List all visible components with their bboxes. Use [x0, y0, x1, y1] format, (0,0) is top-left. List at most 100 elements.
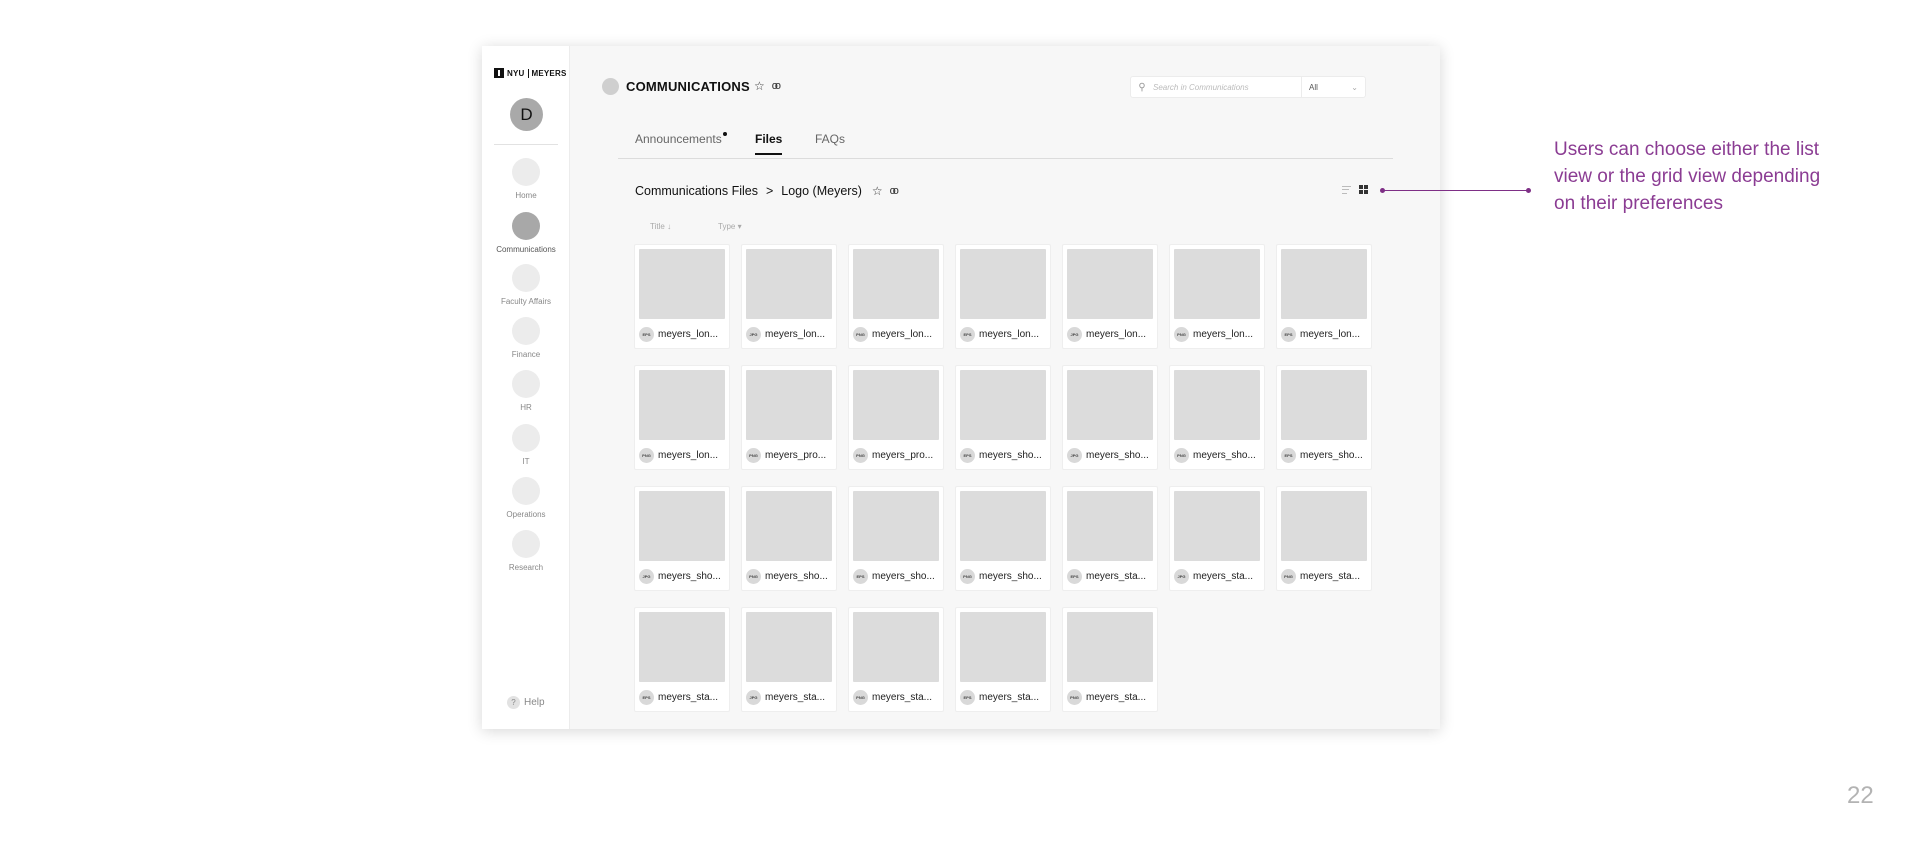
logo-text-left: NYU	[507, 68, 525, 78]
file-card[interactable]: EPS meyers_sta...	[955, 607, 1051, 712]
help-label: Help	[524, 697, 545, 708]
search-scope-select[interactable]: All ⌄	[1301, 77, 1365, 97]
file-card-footer: PNG meyers_sta...	[1067, 690, 1153, 705]
column-header-type[interactable]: Type ▾	[718, 222, 742, 231]
breadcrumb-separator: >	[765, 184, 774, 198]
annotation-dot-start	[1380, 188, 1385, 193]
file-card[interactable]: PNG meyers_lon...	[1169, 244, 1265, 349]
file-card[interactable]: JPG meyers_sho...	[634, 486, 730, 591]
breadcrumb-root[interactable]: Communications Files	[635, 184, 758, 198]
file-name: meyers_lon...	[658, 329, 719, 340]
file-type-icon: EPS	[960, 448, 975, 463]
file-type-icon: JPG	[1067, 327, 1082, 342]
page-title: COMMUNICATIONS	[626, 79, 750, 94]
file-card[interactable]: PNG meyers_sho...	[1169, 365, 1265, 470]
file-thumbnail	[853, 249, 939, 319]
file-card[interactable]: PNG meyers_lon...	[848, 244, 944, 349]
file-name: meyers_sho...	[1300, 450, 1363, 461]
file-card[interactable]: EPS meyers_lon...	[955, 244, 1051, 349]
file-card-footer: JPG meyers_lon...	[746, 327, 832, 342]
file-card-footer: JPG meyers_sta...	[1174, 569, 1260, 584]
file-name: meyers_sho...	[765, 571, 828, 582]
file-type-icon: EPS	[853, 569, 868, 584]
nyu-meyers-logo[interactable]: NYU MEYERS	[494, 68, 567, 78]
file-card[interactable]: PNG meyers_sho...	[741, 486, 837, 591]
grid-view-icon[interactable]	[1359, 185, 1368, 194]
file-name: meyers_lon...	[1086, 329, 1147, 340]
tab-label: Files	[755, 132, 783, 146]
link-icon[interactable]: oo	[772, 80, 781, 92]
file-card[interactable]: JPG meyers_sho...	[1062, 365, 1158, 470]
file-card[interactable]: EPS meyers_sta...	[634, 607, 730, 712]
file-name: meyers_sho...	[1193, 450, 1256, 461]
file-card[interactable]: PNG meyers_lon...	[634, 365, 730, 470]
file-card[interactable]: JPG meyers_lon...	[741, 244, 837, 349]
file-card-footer: PNG meyers_pro...	[853, 448, 939, 463]
file-card-footer: PNG meyers_sho...	[960, 569, 1046, 584]
avatar[interactable]: D	[510, 98, 543, 131]
tab-faqs[interactable]: FAQs	[815, 132, 845, 155]
list-view-icon[interactable]	[1342, 185, 1351, 194]
file-thumbnail	[639, 370, 725, 440]
file-card[interactable]: JPG meyers_sta...	[1169, 486, 1265, 591]
sidebar-item-label: Finance	[511, 350, 541, 359]
file-card[interactable]: EPS meyers_lon...	[1276, 244, 1372, 349]
file-name: meyers_lon...	[872, 329, 933, 340]
file-card-footer: EPS meyers_sho...	[960, 448, 1046, 463]
sidebar-item-hr[interactable]: HR	[482, 370, 570, 412]
tab-files[interactable]: Files	[755, 132, 783, 155]
view-toggle	[1342, 185, 1368, 194]
search-input[interactable]: Search in Communications	[1153, 83, 1301, 92]
link-icon[interactable]: oo	[890, 185, 899, 197]
file-card[interactable]: JPG meyers_lon...	[1062, 244, 1158, 349]
file-card-footer: EPS meyers_sta...	[960, 690, 1046, 705]
file-card[interactable]: EPS meyers_sho...	[1276, 365, 1372, 470]
tab-announcements[interactable]: Announcements	[635, 132, 727, 155]
tab-label: Announcements	[635, 132, 722, 146]
file-card[interactable]: PNG meyers_sta...	[848, 607, 944, 712]
sidebar-item-it[interactable]: IT	[482, 424, 570, 466]
sidebar-item-home[interactable]: Home	[482, 158, 570, 200]
sidebar-item-communications[interactable]: Communications	[482, 212, 570, 254]
file-name: meyers_sho...	[979, 571, 1042, 582]
file-card-footer: EPS meyers_lon...	[1281, 327, 1367, 342]
file-card-footer: JPG meyers_sta...	[746, 690, 832, 705]
file-card[interactable]: PNG meyers_pro...	[848, 365, 944, 470]
sort-arrow-icon: ↓	[667, 222, 672, 231]
file-name: meyers_lon...	[765, 329, 826, 340]
file-thumbnail	[1281, 370, 1367, 440]
sidebar-item-operations[interactable]: Operations	[482, 477, 570, 519]
file-card[interactable]: PNG meyers_sta...	[1062, 607, 1158, 712]
file-type-icon: PNG	[1067, 690, 1082, 705]
file-thumbnail	[960, 370, 1046, 440]
file-thumbnail	[853, 491, 939, 561]
file-card[interactable]: PNG meyers_pro...	[741, 365, 837, 470]
file-card-footer: EPS meyers_sta...	[639, 690, 725, 705]
file-type-icon: EPS	[639, 690, 654, 705]
file-card[interactable]: EPS meyers_sho...	[848, 486, 944, 591]
file-card[interactable]: PNG meyers_sho...	[955, 486, 1051, 591]
file-thumbnail	[1281, 249, 1367, 319]
star-icon[interactable]: ☆	[754, 79, 765, 93]
file-name: meyers_sho...	[979, 450, 1042, 461]
file-card[interactable]: EPS meyers_sho...	[955, 365, 1051, 470]
file-card[interactable]: EPS meyers_sta...	[1062, 486, 1158, 591]
file-card[interactable]: JPG meyers_sta...	[741, 607, 837, 712]
help-button[interactable]: ? Help	[507, 696, 545, 709]
sidebar-item-label: IT	[522, 457, 530, 466]
file-thumbnail	[639, 612, 725, 682]
file-card[interactable]: EPS meyers_lon...	[634, 244, 730, 349]
sidebar-item-finance[interactable]: Finance	[482, 317, 570, 359]
file-name: meyers_lon...	[1193, 329, 1254, 340]
column-header-title[interactable]: Title ↓	[650, 222, 671, 231]
sidebar-item-research[interactable]: Research	[482, 530, 570, 572]
file-name: meyers_sta...	[1300, 571, 1361, 582]
star-icon[interactable]: ☆	[872, 184, 883, 198]
file-card-footer: PNG meyers_lon...	[639, 448, 725, 463]
file-thumbnail	[1067, 370, 1153, 440]
sidebar-item-label: Faculty Affairs	[500, 297, 552, 306]
sidebar-item-faculty-affairs[interactable]: Faculty Affairs	[482, 264, 570, 306]
file-card[interactable]: PNG meyers_sta...	[1276, 486, 1372, 591]
slide: NYU MEYERS D Home Communications Faculty…	[0, 0, 1920, 851]
file-type-icon: PNG	[1174, 448, 1189, 463]
